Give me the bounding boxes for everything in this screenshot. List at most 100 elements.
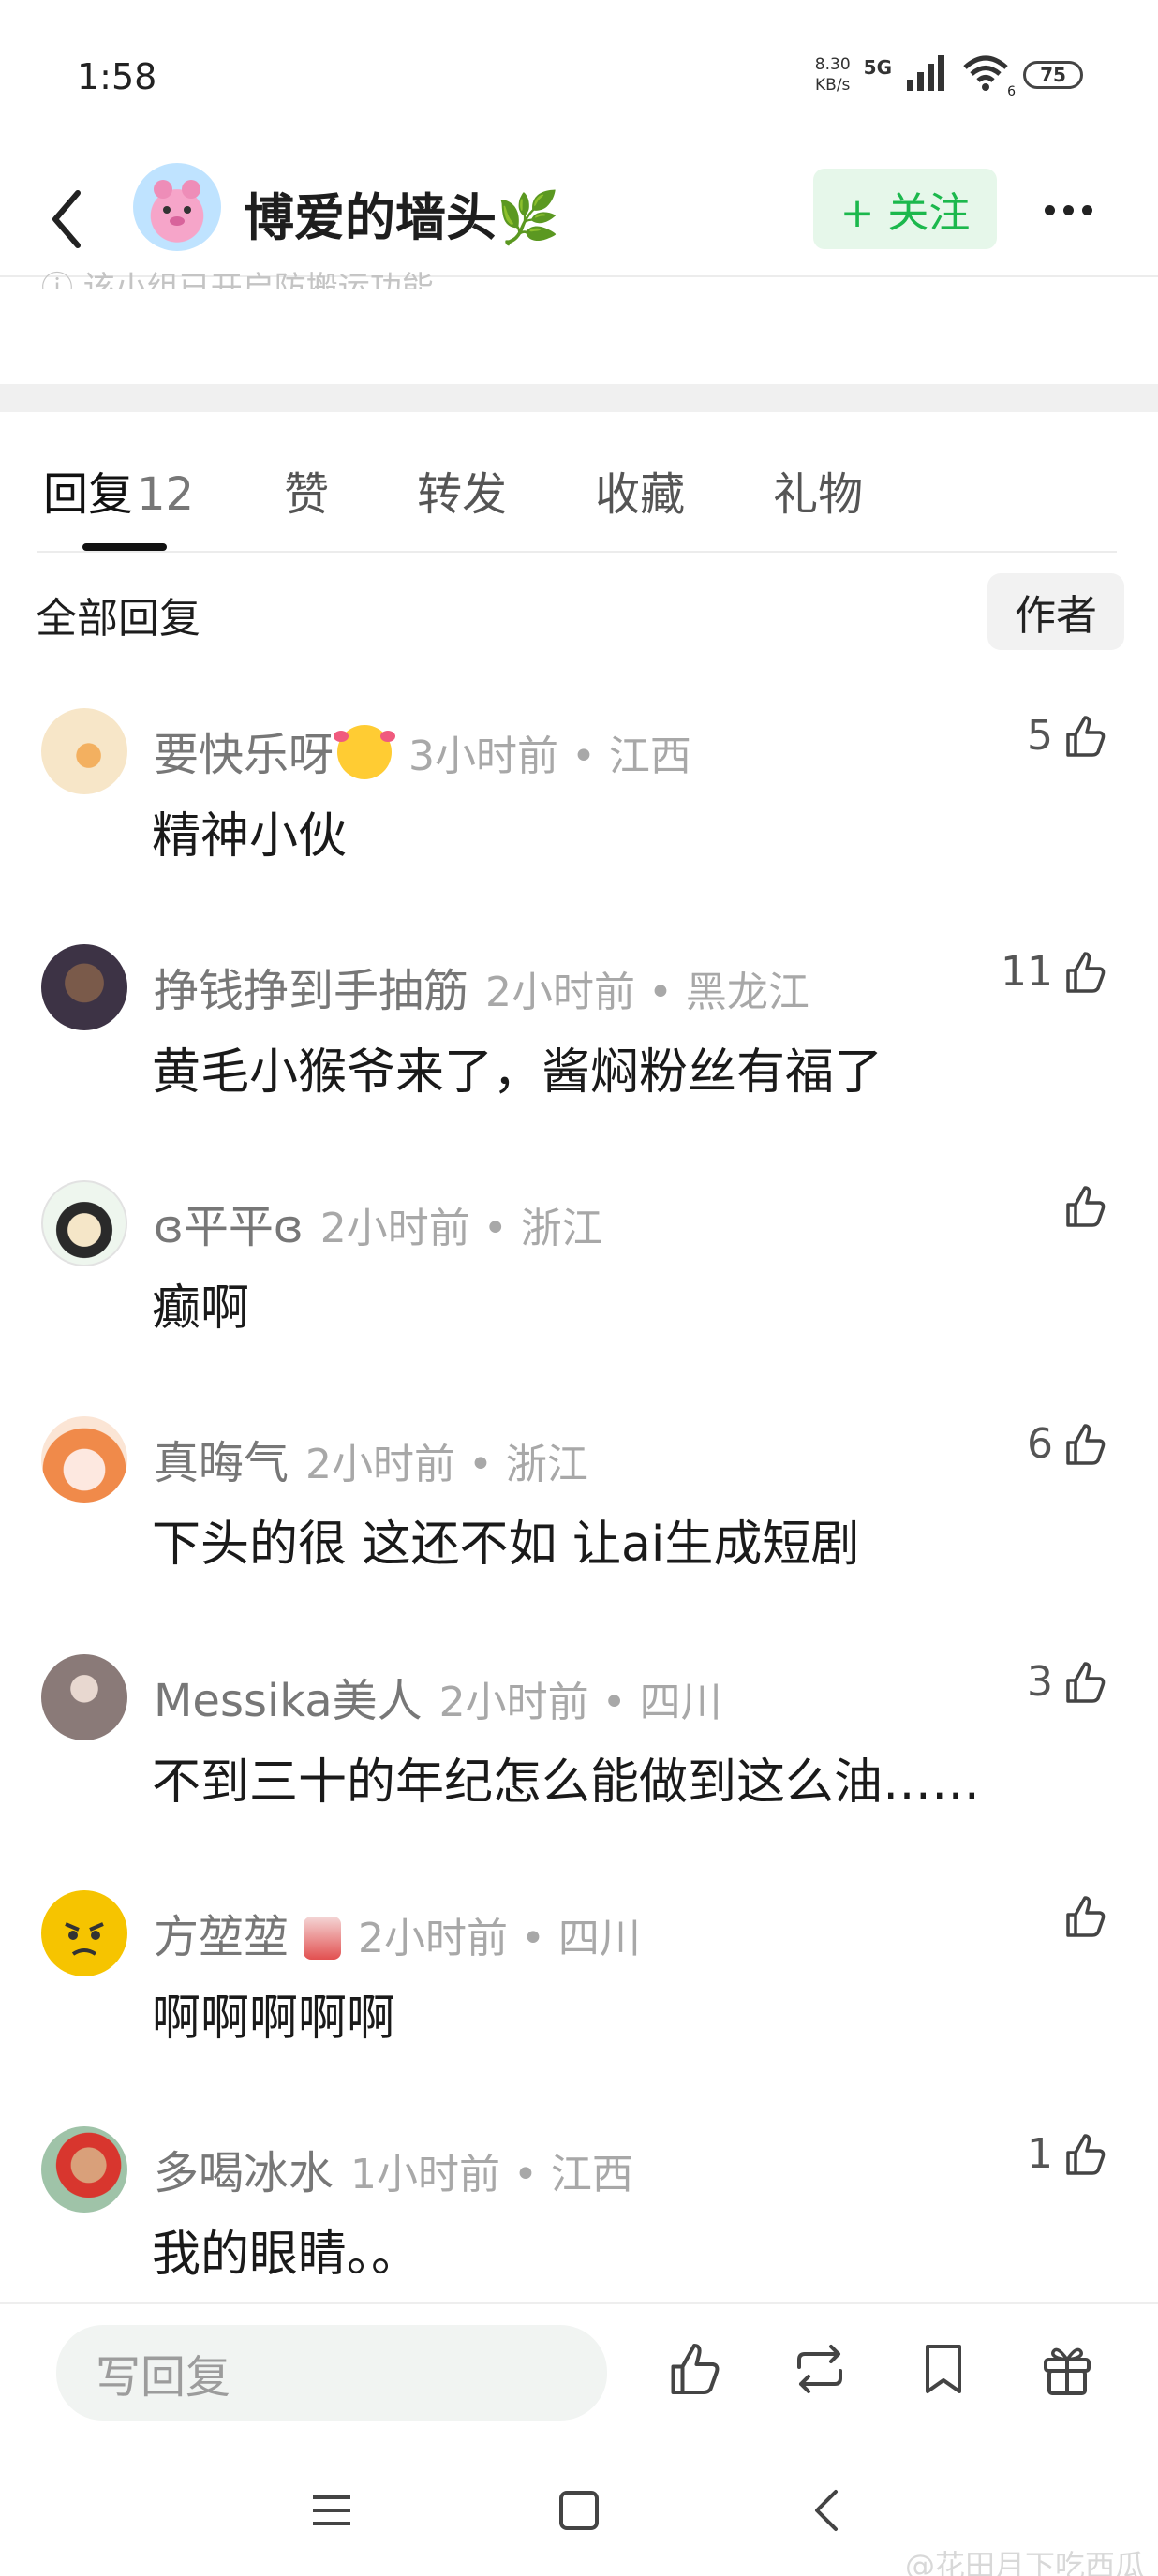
comment-text: 我的眼睛。。 (152, 2227, 421, 2283)
thumb-up-icon (671, 2344, 720, 2394)
avatar[interactable] (41, 2126, 127, 2213)
menu-button[interactable] (304, 2482, 360, 2539)
thumb-up-icon (1066, 1896, 1106, 1937)
like-button[interactable] (1053, 1184, 1107, 1229)
like-post-button[interactable] (663, 2338, 725, 2400)
status-bar: 1:58 8.30 KB/s 5G 6 75 (0, 0, 1158, 159)
like-button[interactable] (1053, 1894, 1107, 1939)
like-count: 5 (1027, 712, 1053, 760)
like-count: 3 (1027, 1658, 1053, 1706)
anti-repost-notice: ⓘ 该小组已开启防搬运功能 (41, 270, 434, 289)
like-button[interactable]: 1 (1027, 2130, 1107, 2178)
comment-text: 下头的很 这还不如 让ai生成短剧 (152, 1517, 860, 1573)
avatar[interactable] (41, 1416, 127, 1503)
bookmark-button[interactable] (913, 2338, 974, 2400)
avatar[interactable] (41, 708, 127, 794)
like-count: 11 (1001, 948, 1053, 996)
tab-replies[interactable]: 回复12 (43, 457, 194, 523)
group-avatar[interactable] (133, 163, 221, 251)
like-button[interactable]: 5 (1027, 712, 1107, 760)
wifi-icon: 6 (961, 54, 1016, 99)
filter-author-button[interactable]: 作者 (987, 573, 1124, 650)
commenter-name[interactable]: 真晦气 (154, 1437, 289, 1489)
commenter-name[interactable]: ɞ平平ɞ (154, 1201, 304, 1253)
comment-item: 要快乐呀 3小时前 • 江西 精神小伙 5 (0, 708, 1158, 942)
net-speed: 8.30 KB/s (814, 55, 851, 95)
reply-input[interactable]: 写回复 (56, 2325, 607, 2421)
thumb-up-icon (1066, 951, 1106, 993)
bottom-action-bar: 写回复 (0, 2302, 1158, 2434)
tab-reposts[interactable]: 转发 (417, 457, 507, 523)
gift-button[interactable] (1036, 2338, 1098, 2400)
back-button[interactable] (34, 182, 99, 257)
more-button[interactable] (1034, 184, 1102, 236)
sticker-badge (304, 1917, 342, 1960)
commenter-name[interactable]: 要快乐呀 (154, 729, 334, 781)
comment-text: 啊啊啊啊啊 (152, 1991, 396, 2047)
follow-button[interactable]: + 关注 (813, 169, 997, 249)
comment-time-location: 2小时前 • 浙江 (305, 1441, 588, 1488)
tab-gifts[interactable]: 礼物 (773, 457, 863, 523)
system-nav-bar: @花田月下吃西瓜 (0, 2435, 1158, 2576)
commenter-name[interactable]: 多喝冰水 (154, 2147, 334, 2199)
tab-divider (37, 551, 1117, 553)
watermark: @花田月下吃西瓜 (904, 2548, 1145, 2576)
signal-icon (905, 55, 948, 95)
bookmark-icon (926, 2345, 961, 2393)
comment-item: 方堃堃 2小时前 • 四川 啊啊啊啊啊 (0, 1890, 1158, 2124)
comment-time-location: 2小时前 • 浙江 (319, 1205, 603, 1252)
avatar[interactable] (41, 1180, 127, 1266)
thumb-up-icon (1066, 1186, 1106, 1227)
gift-icon (1044, 2347, 1091, 2395)
reply-count: 12 (137, 468, 195, 521)
like-button[interactable]: 3 (1027, 1658, 1107, 1706)
top-header: 博爱的墙头🌿 + 关注 (0, 159, 1158, 277)
comment-text: 精神小伙 (152, 808, 348, 865)
emoji-badge (334, 725, 396, 779)
comment-text: 黄毛小猴爷来了，酱焖粉丝有福了 (152, 1044, 883, 1101)
like-count: 1 (1027, 2130, 1053, 2178)
comment-time-location: 2小时前 • 四川 (438, 1679, 722, 1726)
comment-time-location: 3小时前 • 江西 (408, 733, 691, 780)
thumb-up-icon (1066, 715, 1106, 757)
tab-active-indicator (82, 543, 167, 551)
avatar[interactable] (41, 1654, 127, 1740)
tab-favorites[interactable]: 收藏 (595, 457, 685, 523)
filter-all-replies[interactable]: 全部回复 (36, 585, 200, 644)
like-button[interactable]: 11 (1001, 948, 1107, 996)
status-indicators: 8.30 KB/s 5G 6 75 (814, 54, 1083, 99)
comment-time-location: 2小时前 • 黑龙江 (485, 969, 809, 1016)
section-divider (0, 384, 1158, 412)
tab-likes[interactable]: 赞 (284, 457, 329, 523)
comment-item: 真晦气 2小时前 • 浙江 下头的很 这还不如 让ai生成短剧 6 (0, 1416, 1158, 1651)
commenter-name[interactable]: Messika美人 (154, 1675, 423, 1727)
home-button[interactable] (551, 2482, 607, 2539)
commenter-name[interactable]: 挣钱挣到手抽筋 (154, 965, 468, 1017)
nav-back-button[interactable] (798, 2482, 854, 2539)
comment-item: ɞ平平ɞ 2小时前 • 浙江 癫啊 (0, 1180, 1158, 1414)
thumb-up-icon (1066, 1423, 1106, 1465)
avatar[interactable] (41, 1890, 127, 1976)
comment-text: 癫啊 (152, 1281, 250, 1337)
menu-icon (313, 2495, 350, 2525)
comment-item: 挣钱挣到手抽筋 2小时前 • 黑龙江 黄毛小猴爷来了，酱焖粉丝有福了 11 (0, 944, 1158, 1178)
back-icon (52, 190, 81, 248)
thumb-up-icon (1066, 1661, 1106, 1703)
tab-bar: 回复12 赞 转发 收藏 礼物 (43, 457, 951, 523)
group-title: 博爱的墙头🌿 (244, 188, 560, 247)
home-square-icon (559, 2491, 599, 2530)
avatar[interactable] (41, 944, 127, 1030)
like-count: 6 (1027, 1420, 1053, 1468)
more-icon (1044, 204, 1055, 215)
comment-item: Messika美人 2小时前 • 四川 不到三十的年纪怎么能做到这么油…… 3 (0, 1654, 1158, 1888)
repost-button[interactable] (789, 2338, 851, 2400)
nav-back-icon (815, 2490, 838, 2531)
repost-icon (797, 2345, 842, 2393)
battery-indicator: 75 (1023, 61, 1083, 89)
wifi-label: 6 (1007, 84, 1016, 99)
status-time: 1:58 (77, 56, 157, 97)
like-button[interactable]: 6 (1027, 1420, 1107, 1468)
comment-time-location: 1小时前 • 江西 (350, 2151, 633, 2198)
commenter-name[interactable]: 方堃堃 (154, 1911, 289, 1963)
network-type: 5G (863, 56, 892, 79)
